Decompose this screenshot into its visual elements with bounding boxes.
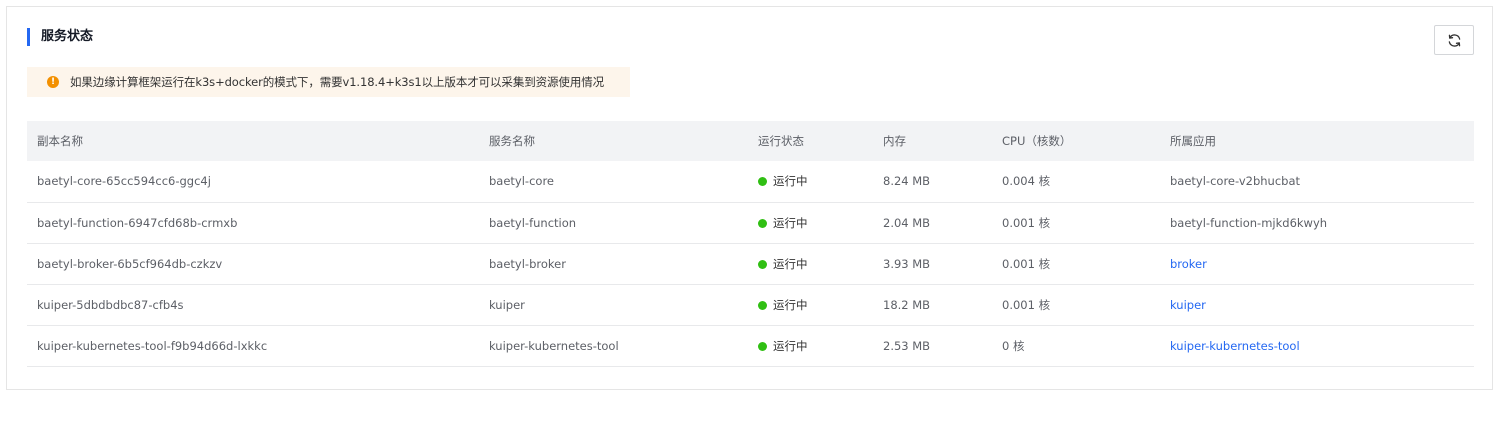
memory-value: 3.93 MB xyxy=(873,243,992,285)
app-name: baetyl-core-v2bhucbat xyxy=(1160,161,1474,203)
status-label: 运行中 xyxy=(773,215,808,230)
run-status: 运行中 xyxy=(748,161,873,203)
table-row: kuiper-kubernetes-tool-f9b94d66d-lxkkc k… xyxy=(27,325,1474,367)
service-name: kuiper-kubernetes-tool xyxy=(479,325,748,367)
memory-value: 18.2 MB xyxy=(873,284,992,326)
table-header-row: 副本名称 服务名称 运行状态 内存 CPU（核数） 所属应用 xyxy=(27,121,1474,161)
run-status: 运行中 xyxy=(748,284,873,326)
cpu-value: 0.001 核 xyxy=(992,202,1160,244)
version-alert: ! 如果边缘计算框架运行在k3s+docker的模式下，需要v1.18.4+k3… xyxy=(27,67,630,97)
section-title: 服务状态 xyxy=(41,29,94,44)
service-status-table: 副本名称 服务名称 运行状态 内存 CPU（核数） 所属应用 baetyl-co… xyxy=(27,121,1474,367)
column-header-replica: 副本名称 xyxy=(27,121,479,161)
alert-message: 如果边缘计算框架运行在k3s+docker的模式下，需要v1.18.4+k3s1… xyxy=(70,75,605,89)
replica-name: kuiper-5dbdbdbc87-cfb4s xyxy=(27,284,479,326)
status-label: 运行中 xyxy=(773,174,808,189)
table-row: baetyl-core-65cc594cc6-ggc4j baetyl-core… xyxy=(27,161,1474,203)
replica-name: baetyl-function-6947cfd68b-crmxb xyxy=(27,202,479,244)
cpu-value: 0 核 xyxy=(992,325,1160,367)
service-status-panel: 服务状态 ! 如果边缘计算框架运行在k3s+docker的模式下，需要v1.18… xyxy=(6,6,1493,390)
running-status-dot xyxy=(758,341,767,351)
running-status-dot xyxy=(758,177,767,187)
table-row: kuiper-5dbdbdbc87-cfb4s kuiper 运行中 18.2 … xyxy=(27,284,1474,326)
column-header-memory: 内存 xyxy=(873,121,992,161)
refresh-button[interactable] xyxy=(1434,25,1474,55)
service-name: baetyl-core xyxy=(479,161,748,203)
app-name: baetyl-function-mjkd6kwyh xyxy=(1160,202,1474,244)
app-name: kuiper-kubernetes-tool xyxy=(1160,325,1474,367)
cpu-value: 0.001 核 xyxy=(992,284,1160,326)
replica-name: baetyl-broker-6b5cf964db-czkzv xyxy=(27,243,479,285)
status-label: 运行中 xyxy=(773,256,808,271)
run-status: 运行中 xyxy=(748,202,873,244)
app-link[interactable]: kuiper xyxy=(1170,298,1206,312)
section-header: 服务状态 xyxy=(27,28,93,46)
run-status: 运行中 xyxy=(748,325,873,367)
title-accent-bar xyxy=(27,28,30,46)
warning-icon: ! xyxy=(47,76,59,88)
running-status-dot xyxy=(758,259,767,269)
cpu-value: 0.004 核 xyxy=(992,161,1160,203)
app-link[interactable]: kuiper-kubernetes-tool xyxy=(1170,339,1300,353)
memory-value: 8.24 MB xyxy=(873,161,992,203)
table-row: baetyl-function-6947cfd68b-crmxb baetyl-… xyxy=(27,202,1474,244)
app-link[interactable]: broker xyxy=(1170,257,1207,271)
status-label: 运行中 xyxy=(773,338,808,353)
column-header-cpu: CPU（核数） xyxy=(992,121,1160,161)
app-label: baetyl-core-v2bhucbat xyxy=(1170,174,1301,189)
service-name: baetyl-broker xyxy=(479,243,748,285)
table-row: baetyl-broker-6b5cf964db-czkzv baetyl-br… xyxy=(27,243,1474,285)
running-status-dot xyxy=(758,218,767,228)
status-label: 运行中 xyxy=(773,297,808,312)
memory-value: 2.53 MB xyxy=(873,325,992,367)
app-name: kuiper xyxy=(1160,284,1474,326)
cpu-value: 0.001 核 xyxy=(992,243,1160,285)
column-header-service: 服务名称 xyxy=(479,121,748,161)
app-label: baetyl-function-mjkd6kwyh xyxy=(1170,215,1328,230)
column-header-status: 运行状态 xyxy=(748,121,873,161)
column-header-app: 所属应用 xyxy=(1160,121,1474,161)
replica-name: kuiper-kubernetes-tool-f9b94d66d-lxkkc xyxy=(27,325,479,367)
running-status-dot xyxy=(758,300,767,310)
refresh-icon xyxy=(1448,33,1460,47)
memory-value: 2.04 MB xyxy=(873,202,992,244)
service-name: baetyl-function xyxy=(479,202,748,244)
service-name: kuiper xyxy=(479,284,748,326)
run-status: 运行中 xyxy=(748,243,873,285)
app-name: broker xyxy=(1160,243,1474,285)
replica-name: baetyl-core-65cc594cc6-ggc4j xyxy=(27,161,479,203)
